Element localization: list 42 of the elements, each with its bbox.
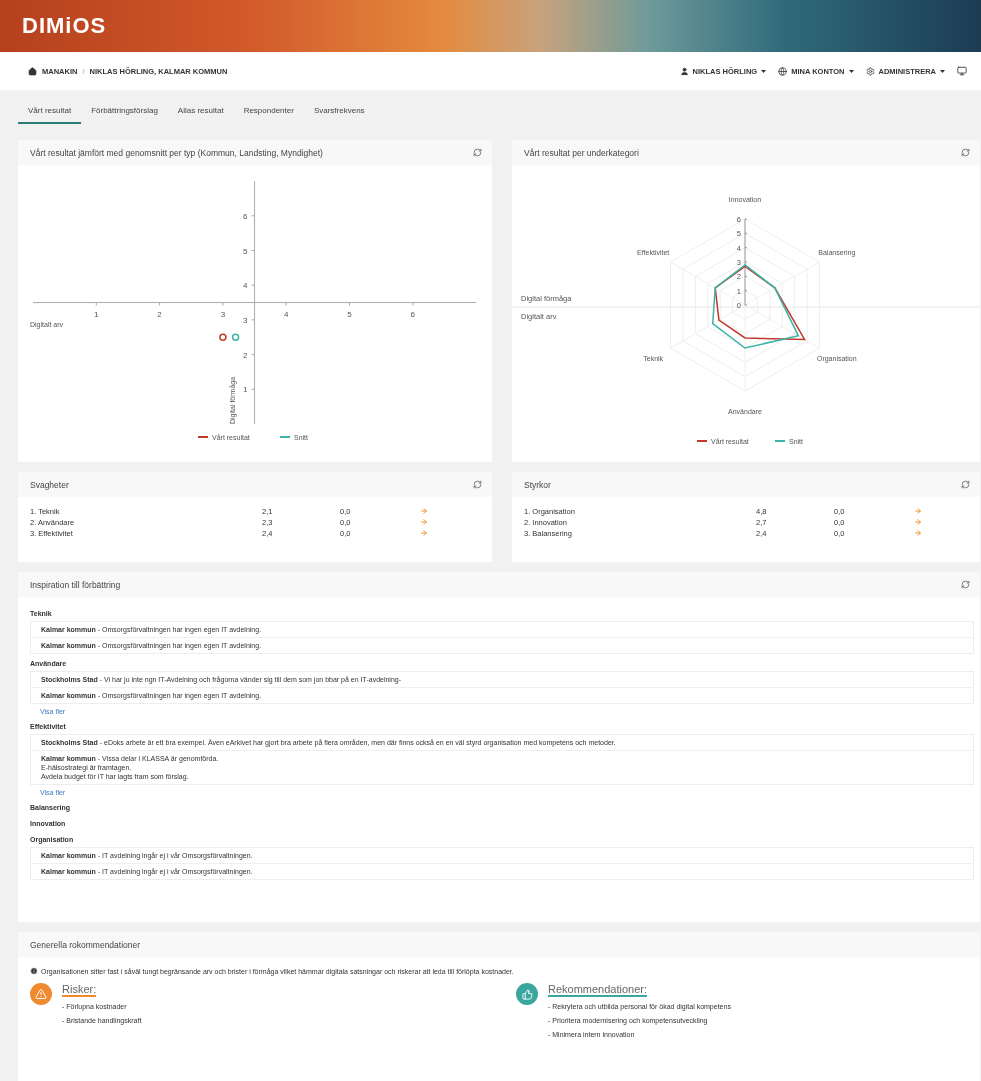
section-heading: Rekommendationer: (548, 983, 648, 997)
caret-icon (848, 69, 854, 73)
refresh-button[interactable] (961, 148, 970, 157)
warning-icon (30, 983, 52, 1005)
tab[interactable]: Förbättringsförslag (81, 106, 168, 124)
caret-icon (940, 69, 945, 73)
tab[interactable]: Respondenter (233, 106, 304, 124)
card-title: Vårt resultat jämfört med genomsnitt per typ (Kommun, Landsting, Myndighet) (30, 147, 323, 158)
card-title: Vårt resultat per underkategori (524, 147, 639, 158)
tick-label: 4 (283, 309, 289, 319)
tick-label: 2 (243, 350, 248, 360)
card-title: Inspiration till förbättring (30, 579, 121, 590)
tick-label: 1 (94, 309, 99, 319)
tab[interactable]: Svarsfrekvens (303, 106, 375, 124)
thumbs-up-icon (516, 983, 538, 1005)
home-icon (28, 66, 37, 76)
tick-label: 5 (243, 246, 248, 256)
tick-label: 6 (410, 309, 416, 319)
tick-label: 1 (243, 385, 248, 395)
tick-label: 5 (347, 309, 352, 319)
card-title: Svagheter (30, 479, 69, 490)
caret-icon (761, 69, 767, 73)
section-heading: Risker: (62, 983, 97, 997)
info-icon (30, 967, 38, 975)
card-title: Generella rokommendationer (30, 939, 141, 950)
tick-label: 4 (243, 281, 248, 291)
tab[interactable]: Vårt resultat (18, 106, 82, 124)
refresh-button[interactable] (473, 480, 482, 489)
user-icon (679, 66, 689, 76)
tab[interactable]: Allas resultat (167, 106, 234, 124)
refresh-button[interactable] (961, 580, 970, 589)
globe-icon (778, 66, 788, 76)
tick-label: 3 (220, 309, 226, 319)
refresh-button[interactable] (473, 148, 482, 157)
tick-label: 3 (243, 315, 248, 325)
refresh-button[interactable] (961, 480, 970, 489)
tick-label: 2 (157, 309, 162, 319)
logo: DIMiOS (22, 13, 107, 39)
monitor-icon[interactable] (957, 66, 967, 76)
tick-label: 6 (243, 211, 248, 221)
card-title: Styrkor (524, 479, 551, 490)
settings-icon (865, 66, 875, 76)
